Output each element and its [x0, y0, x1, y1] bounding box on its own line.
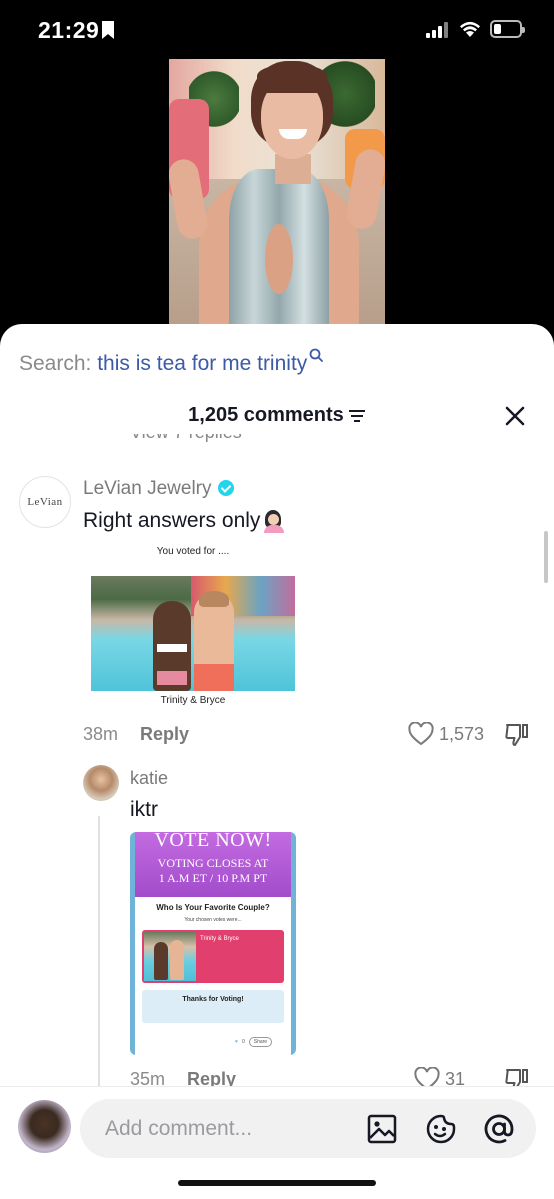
comment-text: Right answers only	[83, 509, 286, 534]
dislike-icon[interactable]	[504, 722, 530, 748]
reply-text: iktr	[130, 798, 158, 821]
comments-header: 1,205 comments	[0, 404, 554, 434]
search-suggestion[interactable]: Search: this is tea for me trinity	[19, 348, 324, 376]
comment-count[interactable]: 1,205 comments	[0, 404, 554, 427]
comment-image[interactable]: You voted for .... Trinity & Bryce	[83, 541, 303, 711]
vote-footer: ♥ 0 Share	[235, 1037, 273, 1047]
couple-photo	[91, 576, 295, 691]
vote-like-count: 0	[241, 1039, 245, 1045]
sort-filter-icon[interactable]	[348, 409, 366, 423]
image-icon[interactable]	[366, 1113, 398, 1145]
like-button[interactable]: 1,573	[408, 722, 484, 746]
reply-button[interactable]: Reply	[140, 724, 189, 744]
heart-icon	[408, 722, 434, 746]
vote-heart-icon: ♥	[235, 1039, 238, 1045]
cellular-signal-icon	[426, 22, 450, 38]
scrollbar[interactable]	[544, 531, 548, 583]
vote-couple-name: Trinity & Bryce	[200, 936, 239, 942]
vote-chosen-text: Your chosen votes were...	[184, 917, 242, 923]
comment-count-label: 1,205 comments	[188, 404, 344, 426]
reply-image[interactable]: VOTE NOW! VOTING CLOSES AT 1 A.M ET / 10 …	[130, 832, 296, 1055]
comment-username[interactable]: LeVian Jewelry	[83, 478, 234, 500]
vote-closing-line2: 1 A.M ET / 10 P.M PT	[158, 871, 268, 885]
status-time: 21:29	[38, 17, 100, 43]
vote-thanks: Thanks for Voting!	[182, 996, 244, 1003]
home-indicator	[178, 1180, 376, 1186]
close-icon[interactable]	[503, 404, 527, 428]
comment-time: 38m	[83, 724, 119, 744]
thread-line	[98, 816, 100, 1086]
view-replies-partial[interactable]: View 7 replies	[130, 434, 280, 442]
search-icon	[309, 348, 324, 362]
vote-share: Share	[248, 1037, 273, 1047]
like-count: 1,573	[439, 723, 485, 744]
comment-image-title: You voted for ....	[156, 546, 230, 557]
vote-headline: VOTE NOW!	[154, 832, 272, 851]
bookmark-icon	[102, 21, 114, 39]
avatar[interactable]: LeVian	[19, 476, 71, 528]
vote-closing-line1: VOTING CLOSES AT	[157, 856, 269, 870]
comment-meta: 38m Reply	[83, 724, 189, 745]
reply-avatar[interactable]	[83, 765, 119, 801]
search-label: Search:	[19, 352, 92, 375]
status-bar: 21:29	[0, 0, 554, 60]
vote-question: Who Is Your Favorite Couple?	[156, 903, 270, 912]
mention-icon[interactable]	[483, 1113, 515, 1145]
sticker-emoji-icon[interactable]	[425, 1113, 457, 1145]
video-preview[interactable]	[169, 59, 385, 334]
verified-badge-icon	[217, 479, 234, 496]
woman-tipping-hand-emoji-icon	[262, 509, 286, 534]
my-avatar	[18, 1100, 71, 1153]
comment-input[interactable]: Add comment...	[80, 1099, 536, 1158]
comment-input-placeholder: Add comment...	[105, 1117, 253, 1140]
wifi-icon	[460, 21, 480, 37]
battery-icon	[490, 20, 525, 38]
vote-choice-card: Trinity & Bryce	[142, 930, 284, 983]
comment-image-caption: Trinity & Bryce	[160, 695, 226, 706]
comments-sheet: Search: this is tea for me trinity 1,205…	[0, 324, 554, 1199]
search-query-link[interactable]: this is tea for me trinity	[97, 352, 307, 375]
reply-username[interactable]: katie	[130, 768, 168, 789]
